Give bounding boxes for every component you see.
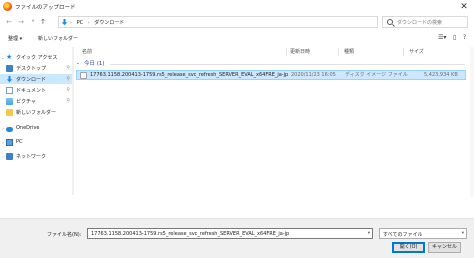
filename-value: 17763.1158.200413-1759.rs5_release_svc_r… (91, 231, 290, 237)
address-bar[interactable]: › PC › ダウンロード ▾ ↻ (58, 16, 434, 28)
sidebar-item-quick-access[interactable]: ⌄ ★ クイック アクセス (0, 52, 74, 62)
breadcrumb-separator: › (70, 20, 72, 26)
filename-label: ファイル名(N): (47, 232, 82, 238)
firefox-icon (3, 2, 12, 11)
details-pane-icon[interactable]: ▯ (453, 34, 456, 41)
pin-icon: ⚲ (66, 87, 70, 93)
sidebar-item-label: デスクトップ (16, 65, 47, 72)
breadcrumb-downloads[interactable]: ダウンロード (94, 20, 124, 26)
star-icon: ★ (6, 52, 13, 61)
organize-button[interactable]: 整理 ▾ (8, 35, 22, 42)
cancel-button[interactable]: キャンセル (428, 242, 461, 253)
close-button[interactable]: ✕ (458, 1, 470, 13)
search-placeholder: ダウンロードの検索 (397, 20, 443, 26)
help-icon[interactable]: ? (463, 34, 466, 41)
column-header-size[interactable]: サイズ (409, 47, 424, 57)
disc-image-file-icon (80, 72, 87, 79)
desktop-icon (6, 64, 13, 72)
forward-arrow-icon[interactable]: → (16, 17, 26, 27)
column-header-date[interactable]: 更新日時 (290, 47, 310, 57)
column-divider[interactable] (286, 48, 287, 56)
sidebar-item-label: ダウンロード (16, 76, 47, 83)
pin-icon: ⚲ (66, 76, 70, 82)
breadcrumb: › PC › ダウンロード (70, 19, 127, 26)
chevron-down-icon[interactable]: ▾ (462, 231, 464, 236)
file-list-pane: 名前 更新日時 種類 サイズ ⌄ 今日 (1) 17763.1158.20041… (76, 47, 474, 197)
view-options-icon[interactable]: ☰▾ (438, 34, 446, 41)
filename-input[interactable]: 17763.1158.200413-1759.rs5_release_svc_r… (87, 228, 373, 239)
up-arrow-icon[interactable]: ↑ (38, 17, 48, 27)
file-list-scrollbar[interactable] (470, 47, 474, 197)
command-toolbar: 整理 ▾ 新しいフォルダー ☰▾ ▯ ? (0, 32, 474, 46)
window-title: ファイルのアップロード (15, 5, 76, 11)
sidebar-item-label: PC (16, 139, 23, 145)
sidebar-item-downloads[interactable]: ダウンロード ⚲ (0, 74, 74, 84)
group-header-today[interactable]: ⌄ 今日 (1) (76, 59, 466, 69)
picture-icon (6, 97, 13, 105)
column-header-name[interactable]: 名前 (82, 47, 92, 57)
new-folder-button[interactable]: 新しいフォルダー (38, 35, 78, 42)
column-divider[interactable] (338, 48, 339, 56)
breadcrumb-separator: › (87, 20, 90, 26)
file-type: ディスク イメージ ファイル (345, 72, 408, 78)
navigation-pane: ⌄ ★ クイック アクセス デスクトップ ⚲ ダウンロード ⚲ ドキュメント ⚲… (0, 47, 74, 195)
sidebar-item-label: ネットワーク (16, 153, 47, 160)
sidebar-item-label: クイック アクセス (16, 54, 58, 61)
pc-icon (6, 138, 13, 146)
sidebar-item-label: ピクチャ (16, 98, 36, 105)
recent-locations-chevron-icon[interactable]: ▾ (28, 17, 38, 27)
sidebar-item-new-folder[interactable]: 新しいフォルダー (0, 107, 74, 117)
download-folder-icon (61, 19, 68, 26)
search-box[interactable]: ダウンロードの検索 (382, 16, 468, 28)
chevron-down-icon[interactable]: ▾ (368, 231, 370, 236)
filetype-select[interactable]: すべてのファイル ▾ (379, 228, 467, 239)
file-name: 17763.1158.200413-1759.rs5_release_svc_r… (90, 72, 289, 78)
group-divider (110, 64, 465, 65)
pin-icon: ⚲ (66, 65, 70, 71)
group-label: 今日 (1) (84, 61, 105, 67)
sidebar-item-label: 新しいフォルダー (16, 109, 57, 116)
dialog-footer: ファイル名(N): 17763.1158.200413-1759.rs5_rel… (0, 218, 474, 258)
column-divider[interactable] (403, 48, 404, 56)
sidebar-item-label: ドキュメント (16, 87, 47, 94)
navigation-bar: ← → ▾ ↑ › PC › ダウンロード ▾ ↻ ダウンロードの検索 (0, 14, 474, 31)
table-row[interactable]: 17763.1158.200413-1759.rs5_release_svc_r… (76, 70, 466, 80)
sidebar-item-pictures[interactable]: ピクチャ ⚲ (0, 96, 74, 106)
file-upload-dialog: ファイルのアップロード ✕ ← → ▾ ↑ › PC › ダウンロード ▾ ↻ … (0, 0, 474, 258)
pin-icon: ⚲ (66, 98, 70, 104)
filetype-value: すべてのファイル (383, 232, 423, 238)
sidebar-item-label: OneDrive (16, 125, 40, 131)
open-button[interactable]: 開く(O) (392, 242, 425, 253)
sidebar-item-documents[interactable]: ドキュメント ⚲ (0, 85, 74, 95)
folder-icon (6, 108, 13, 116)
file-date: 2020/11/23 16:05 (291, 72, 336, 78)
sidebar-item-network[interactable]: › ネットワーク (0, 151, 74, 161)
sidebar-scrollbar[interactable] (72, 47, 74, 195)
sidebar-item-onedrive[interactable]: › OneDrive (0, 123, 74, 133)
search-icon (387, 19, 393, 25)
collapse-chevron-icon[interactable]: ⌄ (76, 59, 80, 69)
document-icon (6, 86, 13, 94)
sidebar-item-pc[interactable]: › PC (0, 137, 74, 147)
sidebar-item-desktop[interactable]: デスクトップ ⚲ (0, 63, 74, 73)
network-icon (6, 152, 13, 160)
title-bar: ファイルのアップロード ✕ (0, 0, 474, 14)
download-icon (6, 75, 13, 82)
file-size: 5,423,934 KB (424, 72, 458, 78)
column-header-type[interactable]: 種類 (344, 47, 354, 57)
breadcrumb-pc[interactable]: PC (77, 20, 84, 26)
back-arrow-icon[interactable]: ← (4, 17, 14, 27)
cloud-icon (6, 126, 13, 132)
